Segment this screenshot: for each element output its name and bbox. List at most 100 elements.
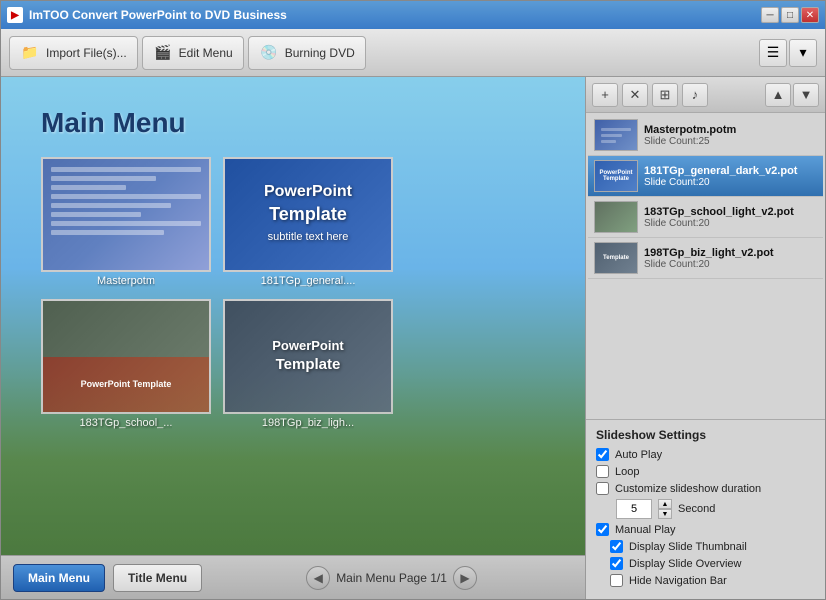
file-meta-2: Slide Count:20 [644, 218, 817, 229]
slide-caption-2: 181TGp_general.... [261, 275, 356, 287]
title-menu-button[interactable]: Title Menu [113, 564, 202, 592]
display-thumbnail-row: Display Slide Thumbnail [610, 540, 815, 553]
file-item-0[interactable]: Masterpotm.potm Slide Count:25 [588, 115, 823, 156]
file-thumbnail-2 [594, 201, 638, 233]
file-name-3: 198TGp_biz_light_v2.pot [644, 247, 817, 259]
list-view-button[interactable]: ☰ [759, 39, 787, 67]
bottom-navigation: Main Menu Title Menu ◀ Main Menu Page 1/… [1, 555, 585, 599]
edit-menu-button[interactable]: 🎬 Edit Menu [142, 36, 244, 70]
main-toolbar: 📁 Import File(s)... 🎬 Edit Menu 💿 Burnin… [1, 29, 825, 77]
edit-icon: 🎬 [153, 43, 173, 63]
file-item-1[interactable]: PowerPointTemplate 181TGp_general_dark_v… [588, 156, 823, 197]
window-controls: ─ □ ✕ [761, 7, 819, 23]
app-window: ▶ ImTOO Convert PowerPoint to DVD Busine… [0, 0, 826, 600]
remove-file-button[interactable]: ✕ [622, 83, 648, 107]
customize-duration-checkbox[interactable] [596, 482, 609, 495]
slide-caption-1: Masterpotm [97, 275, 155, 287]
preview-canvas: Main Menu [1, 77, 585, 555]
duration-down-button[interactable]: ▼ [658, 509, 672, 519]
dropdown-button[interactable]: ▾ [789, 39, 817, 67]
main-menu-button[interactable]: Main Menu [13, 564, 105, 592]
add-file-button[interactable]: + [592, 83, 618, 107]
hide-navigation-checkbox[interactable] [610, 574, 623, 587]
window-title: ImTOO Convert PowerPoint to DVD Business [29, 8, 761, 22]
hide-navigation-row: Hide Navigation Bar [610, 574, 815, 587]
file-item-2[interactable]: 183TGp_school_light_v2.pot Slide Count:2… [588, 197, 823, 238]
slideshow-icon-button[interactable]: ⊞ [652, 83, 678, 107]
minimize-button[interactable]: ─ [761, 7, 779, 23]
app-icon: ▶ [7, 7, 23, 23]
file-info-3: 198TGp_biz_light_v2.pot Slide Count:20 [644, 247, 817, 270]
auto-play-checkbox[interactable] [596, 448, 609, 461]
loop-row: Loop [596, 465, 815, 478]
display-overview-row: Display Slide Overview [610, 557, 815, 570]
import-icon: 📁 [20, 43, 40, 63]
slide-image-3: PowerPoint Template [41, 299, 211, 414]
display-overview-label: Display Slide Overview [629, 558, 741, 570]
file-name-0: Masterpotm.potm [644, 124, 817, 136]
file-name-1: 181TGp_general_dark_v2.pot [644, 165, 817, 177]
display-overview-checkbox[interactable] [610, 557, 623, 570]
slide-image-1 [41, 157, 211, 272]
manual-play-label: Manual Play [615, 524, 676, 536]
move-up-button[interactable]: ▲ [765, 83, 791, 107]
file-thumbnail-3: Template [594, 242, 638, 274]
manual-play-row: Manual Play [596, 523, 815, 536]
display-thumbnail-checkbox[interactable] [610, 540, 623, 553]
slide-thumb-1: Masterpotm [41, 157, 211, 287]
prev-page-button[interactable]: ◀ [306, 566, 330, 590]
file-thumbnail-1: PowerPointTemplate [594, 160, 638, 192]
customize-duration-label: Customize slideshow duration [615, 483, 761, 495]
file-name-2: 183TGp_school_light_v2.pot [644, 206, 817, 218]
duration-unit-label: Second [678, 503, 715, 515]
file-item-3[interactable]: Template 198TGp_biz_light_v2.pot Slide C… [588, 238, 823, 279]
slide-caption-3: 183TGp_school_... [80, 417, 173, 429]
auto-play-row: Auto Play [596, 448, 815, 461]
settings-title: Slideshow Settings [596, 428, 815, 442]
file-info-1: 181TGp_general_dark_v2.pot Slide Count:2… [644, 165, 817, 188]
import-files-button[interactable]: 📁 Import File(s)... [9, 36, 138, 70]
music-icon-button[interactable]: ♪ [682, 83, 708, 107]
slide-thumb-2: PowerPoint Template subtitle text here 1… [223, 157, 393, 287]
page-navigation: ◀ Main Menu Page 1/1 ▶ [306, 566, 477, 590]
slide-image-4: PowerPoint Template [223, 299, 393, 414]
preview-title: Main Menu [41, 107, 186, 139]
next-page-button[interactable]: ▶ [453, 566, 477, 590]
file-meta-0: Slide Count:25 [644, 136, 817, 147]
customize-duration-row: Customize slideshow duration [596, 482, 815, 495]
display-thumbnail-label: Display Slide Thumbnail [629, 541, 747, 553]
slide-grid: Masterpotm PowerPoint Template subtitle … [41, 157, 393, 429]
file-list: Masterpotm.potm Slide Count:25 PowerPoin… [586, 113, 825, 419]
file-thumbnail-0 [594, 119, 638, 151]
hide-navigation-label: Hide Navigation Bar [629, 575, 727, 587]
burning-dvd-button[interactable]: 💿 Burning DVD [248, 36, 366, 70]
move-down-button[interactable]: ▼ [793, 83, 819, 107]
slide-image-2: PowerPoint Template subtitle text here [223, 157, 393, 272]
dvd-icon: 💿 [259, 43, 279, 63]
duration-spinner: ▲ ▼ [658, 499, 672, 519]
panel-toolbar: + ✕ ⊞ ♪ ▲ ▼ [586, 77, 825, 113]
close-button[interactable]: ✕ [801, 7, 819, 23]
loop-label: Loop [615, 466, 639, 478]
panel-arrows: ▲ ▼ [765, 83, 819, 107]
maximize-button[interactable]: □ [781, 7, 799, 23]
slide-thumb-3: PowerPoint Template 183TGp_school_... [41, 299, 211, 429]
duration-input[interactable] [616, 499, 652, 519]
slideshow-settings: Slideshow Settings Auto Play Loop Custom… [586, 419, 825, 599]
title-bar: ▶ ImTOO Convert PowerPoint to DVD Busine… [1, 1, 825, 29]
manual-play-checkbox[interactable] [596, 523, 609, 536]
page-info-text: Main Menu Page 1/1 [336, 571, 447, 585]
auto-play-label: Auto Play [615, 449, 662, 461]
slide-caption-4: 198TGp_biz_ligh... [262, 417, 354, 429]
toolbar-right: ☰ ▾ [759, 39, 817, 67]
loop-checkbox[interactable] [596, 465, 609, 478]
file-meta-3: Slide Count:20 [644, 259, 817, 270]
right-panel: + ✕ ⊞ ♪ ▲ ▼ [585, 77, 825, 599]
file-info-2: 183TGp_school_light_v2.pot Slide Count:2… [644, 206, 817, 229]
preview-area: Main Menu [1, 77, 585, 599]
main-content: Main Menu [1, 77, 825, 599]
duration-up-button[interactable]: ▲ [658, 499, 672, 509]
file-info-0: Masterpotm.potm Slide Count:25 [644, 124, 817, 147]
file-meta-1: Slide Count:20 [644, 177, 817, 188]
duration-control: ▲ ▼ Second [616, 499, 815, 519]
